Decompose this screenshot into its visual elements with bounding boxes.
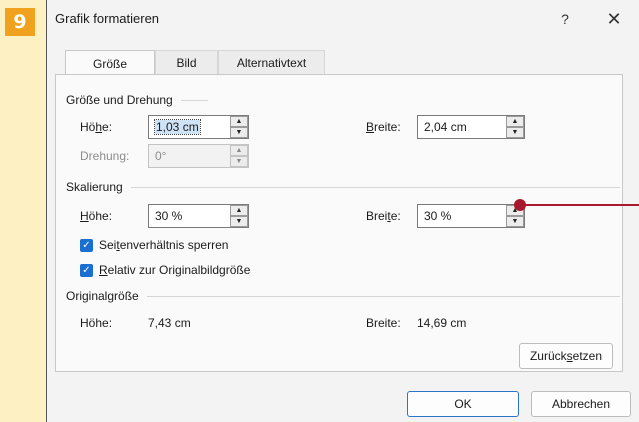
section-original: Originalgröße bbox=[66, 289, 620, 303]
spin-down-icon[interactable]: ▼ bbox=[230, 216, 248, 227]
scale-width-spinner[interactable]: 30 % ▲ ▼ bbox=[417, 204, 525, 228]
width-label: Breite: bbox=[366, 120, 401, 134]
scale-height-input[interactable]: 30 % bbox=[149, 205, 230, 227]
close-icon[interactable]: ✕ bbox=[598, 6, 630, 32]
lock-aspect-label: Seitenverhältnis sperren bbox=[99, 238, 229, 252]
section-size-rotation: Größe und Drehung bbox=[66, 93, 208, 107]
width-input[interactable]: 2,04 cm bbox=[418, 116, 506, 138]
tab-strip: Größe Bild Alternativtext bbox=[65, 50, 325, 76]
reset-button[interactable]: Zurück s etzen bbox=[519, 343, 613, 369]
tab-groesse[interactable]: Größe bbox=[65, 50, 155, 76]
scale-width-label: Breite: bbox=[366, 209, 401, 223]
spin-up-icon: ▲ bbox=[230, 145, 248, 156]
help-button[interactable]: ? bbox=[549, 6, 581, 32]
cancel-button[interactable]: Abbrechen bbox=[531, 391, 631, 417]
checkmark-icon[interactable]: ✓ bbox=[80, 263, 93, 277]
height-input[interactable]: 1,03 cm bbox=[149, 116, 230, 138]
tab-alternativtext[interactable]: Alternativtext bbox=[218, 50, 325, 74]
spin-down-icon[interactable]: ▼ bbox=[506, 127, 524, 138]
step-badge: 9 bbox=[5, 8, 35, 36]
callout-line bbox=[520, 204, 639, 206]
scale-width-input[interactable]: 30 % bbox=[418, 205, 506, 227]
tab-bild[interactable]: Bild bbox=[155, 50, 218, 74]
rotation-spinner: 0° ▲ ▼ bbox=[148, 144, 249, 168]
scale-height-label: Höhe: bbox=[80, 209, 113, 223]
ok-button[interactable]: OK bbox=[407, 391, 519, 417]
divider bbox=[130, 186, 620, 188]
original-width-label: Breite: bbox=[366, 316, 401, 330]
lock-aspect-checkbox[interactable]: ✓ Seitenverhältnis sperren bbox=[80, 238, 228, 252]
section-scaling: Skalierung bbox=[66, 180, 620, 194]
spin-up-icon[interactable]: ▲ bbox=[230, 116, 248, 127]
divider bbox=[180, 99, 208, 101]
spin-up-icon[interactable]: ▲ bbox=[230, 205, 248, 216]
height-spinner[interactable]: 1,03 cm ▲ ▼ bbox=[148, 115, 249, 139]
size-panel: Größe und Drehung Höhe: 1,03 cm ▲ ▼ Breit… bbox=[55, 74, 623, 372]
relative-original-checkbox[interactable]: ✓ Relativ zur Originalbildgröße bbox=[80, 263, 250, 277]
scale-height-spinner[interactable]: 30 % ▲ ▼ bbox=[148, 204, 249, 228]
title-bar: Grafik formatieren ? ✕ bbox=[47, 0, 639, 38]
format-picture-dialog: Grafik formatieren ? ✕ Größe Bild Altern… bbox=[46, 0, 639, 422]
spin-down-icon[interactable]: ▼ bbox=[506, 216, 524, 227]
spin-down-icon: ▼ bbox=[230, 156, 248, 167]
section-heading: Größe und Drehung bbox=[66, 93, 173, 107]
section-heading: Skalierung bbox=[66, 180, 123, 194]
spin-up-icon[interactable]: ▲ bbox=[506, 116, 524, 127]
rotation-label: Drehung: bbox=[80, 149, 130, 163]
checkmark-icon[interactable]: ✓ bbox=[80, 238, 93, 252]
spin-down-icon[interactable]: ▼ bbox=[230, 127, 248, 138]
original-height-value: 7,43 cm bbox=[148, 316, 191, 330]
original-height-label: Höhe: bbox=[80, 316, 113, 330]
height-label: Höhe: bbox=[80, 120, 113, 134]
original-width-value: 14,69 cm bbox=[417, 316, 467, 330]
relative-original-label: Relativ zur Originalbildgröße bbox=[99, 263, 251, 277]
section-heading: Originalgröße bbox=[66, 289, 139, 303]
dialog-title: Grafik formatieren bbox=[55, 11, 160, 26]
rotation-input: 0° bbox=[155, 149, 167, 163]
callout-dot bbox=[514, 199, 526, 211]
divider bbox=[146, 295, 620, 297]
width-spinner[interactable]: 2,04 cm ▲ ▼ bbox=[417, 115, 525, 139]
